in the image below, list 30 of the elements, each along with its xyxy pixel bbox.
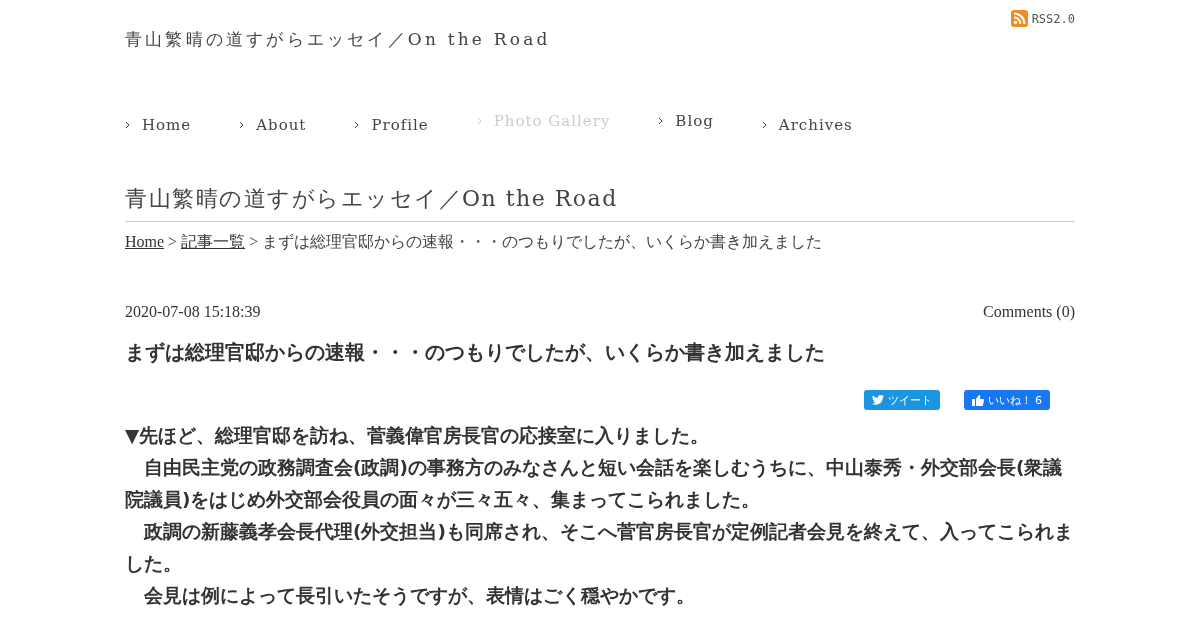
body-paragraph: 自由民主党の政務調査会(政調)の事務方のみなさんと短い会話を楽しむうちに、中山泰秀・外交部会長(衆議院議員)をはじめ外交部会役員の面々が三々五々、集まってこられました。 — [125, 456, 1064, 512]
chevron-icon — [476, 117, 482, 125]
breadcrumb-link[interactable]: 記事一覧 — [181, 233, 246, 250]
post-title: まずは総理官邸からの速報・・・のつもりでしたが、いくらか書き加えました — [125, 339, 826, 366]
chevron-icon — [354, 121, 360, 129]
page-title: 青山繁晴の道すがらエッセイ／On the Road — [125, 184, 1075, 222]
chevron-icon — [125, 121, 130, 129]
nav-link[interactable]: About — [239, 116, 307, 134]
body-paragraph: ▼先ほど、総理官邸を訪ね、菅義偉官房長官の応接室に入りました。 — [125, 424, 711, 448]
site-title[interactable]: 青山繁晴の道すがらエッセイ／On the Road — [125, 28, 551, 51]
rss-icon — [1010, 10, 1028, 27]
body-paragraph: 会見は例によって長引いたそうですが、表情はごく穏やかです。 — [143, 584, 696, 608]
breadcrumb-separator: > — [249, 233, 259, 250]
rss-link[interactable]: RSS2.0 — [1010, 10, 1075, 27]
like-button[interactable]: いいね！ 6 — [963, 390, 1050, 410]
nav-link[interactable]: Home — [125, 116, 192, 134]
chevron-icon — [239, 121, 245, 129]
post-date: 2020-07-08 15:18:39 — [125, 303, 261, 321]
chevron-icon — [761, 121, 767, 129]
thumbs-up-icon — [971, 394, 984, 406]
breadcrumb-link[interactable]: Home — [125, 233, 165, 250]
body-paragraph: 政調の新藤義孝会長代理(外交担当)も同席され、そこへ菅官房長官が定例記者会見を終えて、入ってこられました。 — [125, 520, 1074, 576]
breadcrumb-current: まずは総理官邸からの速報・・・のつもりでしたが、いくらか書き加えました — [262, 233, 823, 250]
comments-link[interactable]: Comments (0) — [983, 303, 1075, 321]
nav-link[interactable]: Blog — [658, 112, 714, 130]
nav-link[interactable]: Archives — [761, 116, 853, 134]
bird-icon — [871, 395, 884, 405]
breadcrumb-separator: > — [168, 233, 178, 250]
nav-link[interactable]: Profile — [354, 116, 429, 134]
chevron-icon — [658, 117, 664, 125]
